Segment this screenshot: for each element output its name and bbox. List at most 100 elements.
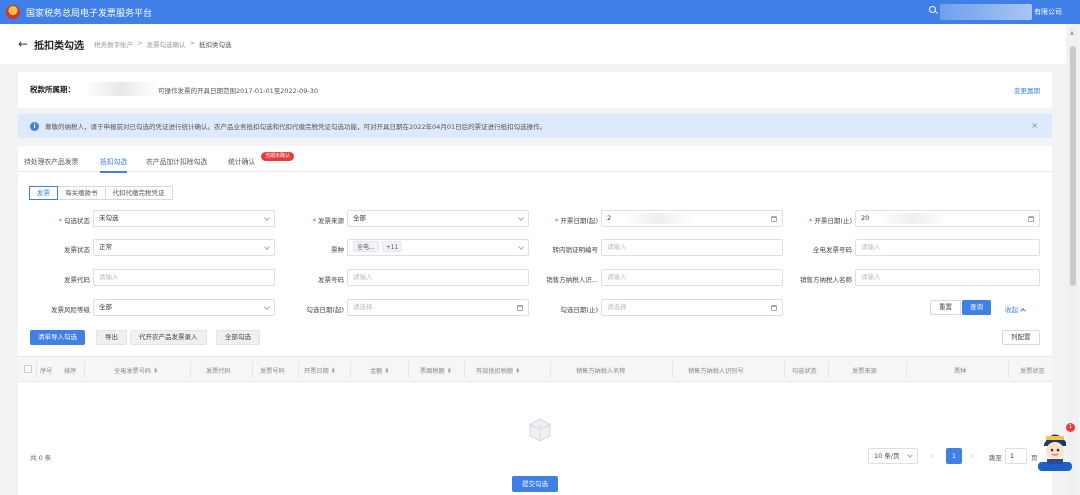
info-icon: i: [30, 121, 39, 131]
sort-icon: ▲ ▼: [331, 366, 335, 374]
user-account-blurred[interactable]: [940, 4, 1032, 20]
goto-page-input[interactable]: 1: [1005, 448, 1027, 464]
column-header: 排序: [64, 368, 77, 375]
prev-page-icon[interactable]: ‹: [930, 451, 933, 460]
query-button[interactable]: 查询: [962, 300, 991, 315]
select-all-button[interactable]: 全部勾选: [216, 330, 260, 345]
notice-text: 尊敬的纳税人，请于申报前对已勾选的凭证进行统计确认。农产品业务抵扣勾选和代扣代缴…: [45, 123, 547, 131]
issue-date-end-label: * 开票日期(止): [809, 217, 852, 225]
tab-deduction-check[interactable]: 抵扣勾选: [100, 156, 128, 173]
column-header[interactable]: 全电发票号码 ▲ ▼: [114, 366, 158, 376]
top-bar: 国家税务总局电子发票服务平台 有限公司: [0, 0, 1080, 24]
full-invoice-no-label: 全电发票号码: [813, 246, 852, 254]
column-header: 序号: [40, 368, 53, 375]
tax-period-value-blurred: [84, 82, 158, 96]
transfer-cert-label: 转内销证明编号: [552, 246, 599, 254]
transfer-cert-input[interactable]: 请输入: [601, 239, 783, 256]
column-header: 发票状态: [1020, 368, 1045, 375]
calendar-icon: [1028, 216, 1034, 222]
search-icon[interactable]: [929, 6, 936, 13]
goto-label: 跳至: [989, 454, 1002, 462]
column-header: 票种: [954, 368, 967, 375]
seller-name-input[interactable]: 请输入: [855, 269, 1040, 286]
next-page-icon[interactable]: ›: [970, 451, 973, 460]
tax-period-card: 税款所属期： 可操作发票的开具日期范围2017-01-01至2022-09-30…: [18, 72, 1052, 108]
subtab-withholding-certificate[interactable]: 代扣代缴完税凭证: [104, 186, 173, 200]
page-header: ← 抵扣类勾选 税务数字账户 > 发票勾选确认 > 抵扣类勾选: [0, 24, 1066, 64]
calendar-icon: [771, 305, 777, 311]
export-button[interactable]: 导出: [96, 330, 127, 345]
page-number-current[interactable]: 1: [946, 448, 962, 464]
breadcrumb-separator: >: [137, 39, 143, 47]
back-arrow-icon[interactable]: ←: [18, 37, 28, 51]
column-header[interactable]: 有效抵扣税额 ▲ ▼: [476, 366, 520, 376]
column-header[interactable]: 金额 ▲ ▼: [370, 366, 389, 376]
check-date-start-picker[interactable]: 请选择: [347, 299, 529, 316]
risk-level-label: 发票风险等级: [51, 306, 90, 314]
document-type-switch: 发票 海关缴款书 代扣代缴完税凭证: [29, 186, 173, 200]
column-header[interactable]: 开票日期 ▲ ▼: [304, 366, 335, 376]
notification-badge: 1: [1066, 423, 1075, 432]
check-date-end-picker[interactable]: 请选择: [601, 299, 783, 316]
issue-date-start-label: * 开票日期(起): [555, 217, 598, 225]
seller-tax-id-input[interactable]: 请输入: [601, 269, 783, 286]
select-all-checkbox[interactable]: [24, 365, 32, 373]
chevron-up-icon: [1020, 308, 1026, 314]
seller-tax-id-label: 销售方纳税人识...: [546, 276, 598, 284]
sort-icon: ▲ ▼: [154, 366, 158, 374]
close-icon[interactable]: ×: [1031, 121, 1038, 130]
bulk-import-check-button[interactable]: 清单导入勾选: [30, 330, 85, 345]
check-status-select[interactable]: 未勾选: [93, 210, 275, 227]
user-company-name[interactable]: 有限公司: [1034, 7, 1062, 17]
table-header: 序号 排序 全电发票号码 ▲ ▼ 发票代码 发票号码 开票日期 ▲ ▼ 金额 ▲ ▼ 票面税…: [18, 356, 1052, 382]
tab-bar: 待处理农产品发票 抵扣勾选 农产品加计扣除勾选 统计确认 当期未确认: [18, 146, 1052, 173]
column-header: 发票来源: [852, 368, 877, 375]
seller-name-label: 销售方纳税人名称: [800, 276, 852, 284]
check-date-end-label: 勾选日期(止): [560, 306, 598, 314]
farm-invoice-entry-button[interactable]: 代开农产品发票录入: [130, 330, 207, 345]
column-header[interactable]: 票面税额 ▲ ▼: [420, 366, 451, 376]
total-count: 共 0 条: [30, 454, 52, 462]
invoice-status-select[interactable]: 正常: [93, 239, 275, 256]
invoice-source-label: * 发票来源: [312, 217, 344, 225]
reset-button[interactable]: 重置: [930, 300, 961, 315]
issue-date-end-picker[interactable]: 20: [855, 210, 1040, 227]
invoice-source-select[interactable]: 全部: [347, 210, 529, 227]
invoice-no-input[interactable]: 请输入: [347, 269, 529, 286]
risk-level-select[interactable]: 全部: [93, 299, 275, 316]
subtab-invoice[interactable]: 发票: [29, 186, 58, 200]
tab-pending-farm-invoices[interactable]: 待处理农产品发票: [24, 156, 78, 166]
breadcrumb-current: 抵扣类勾选: [198, 41, 232, 49]
column-header: 勾选状态: [792, 368, 817, 375]
sort-icon: ▲ ▼: [516, 366, 520, 374]
notice-banner: i 尊敬的纳税人，请于申报前对已勾选的凭证进行统计确认。农产品业务抵扣勾选和代扣…: [18, 114, 1052, 138]
tab-statistics-confirm[interactable]: 统计确认: [228, 156, 255, 166]
tab-farm-extra-deduction[interactable]: 农产品加计扣除勾选: [146, 156, 207, 166]
breadcrumb-item[interactable]: 发票勾选确认: [147, 39, 186, 49]
page-size-select[interactable]: 10 条/页: [868, 448, 918, 464]
subtab-customs-payment[interactable]: 海关缴款书: [57, 186, 106, 200]
ticket-type-label: 票种: [331, 246, 344, 254]
column-header: 销售方纳税人名称: [576, 368, 626, 375]
breadcrumb-item[interactable]: 税务数字账户: [94, 39, 133, 49]
scroll-up-icon[interactable]: ▲: [1070, 30, 1074, 36]
ticket-type-multiselect[interactable]: 全电... +11: [347, 239, 529, 256]
app-title: 国家税务总局电子发票服务平台: [26, 8, 153, 19]
main-panel: 待处理农产品发票 抵扣勾选 农产品加计扣除勾选 统计确认 当期未确认 发票 海关…: [18, 146, 1052, 495]
empty-box-icon: [529, 418, 551, 442]
full-invoice-no-input[interactable]: 请输入: [855, 239, 1040, 256]
invoice-code-input[interactable]: 请输入: [93, 269, 275, 286]
column-config-button[interactable]: 列配置: [1002, 330, 1040, 345]
column-header: 发票号码: [260, 368, 285, 375]
invoice-code-label: 发票代码: [64, 276, 90, 284]
tax-period-range-text: 可操作发票的开具日期范围2017-01-01至2022-09-30: [158, 87, 319, 95]
scrollbar-thumb[interactable]: [1070, 46, 1076, 286]
collapse-filters-link[interactable]: 收起: [1005, 304, 1026, 314]
change-period-link[interactable]: 变更属期: [1014, 85, 1040, 95]
sort-icon: ▲ ▼: [385, 366, 389, 374]
page-title: 抵扣类勾选: [34, 40, 85, 52]
breadcrumb: 税务数字账户 > 发票勾选确认 > 抵扣类勾选: [94, 39, 231, 49]
issue-date-start-picker[interactable]: 2: [601, 210, 783, 227]
submit-check-button[interactable]: 提交勾选: [512, 476, 558, 492]
column-header: 发票代码: [206, 368, 231, 375]
